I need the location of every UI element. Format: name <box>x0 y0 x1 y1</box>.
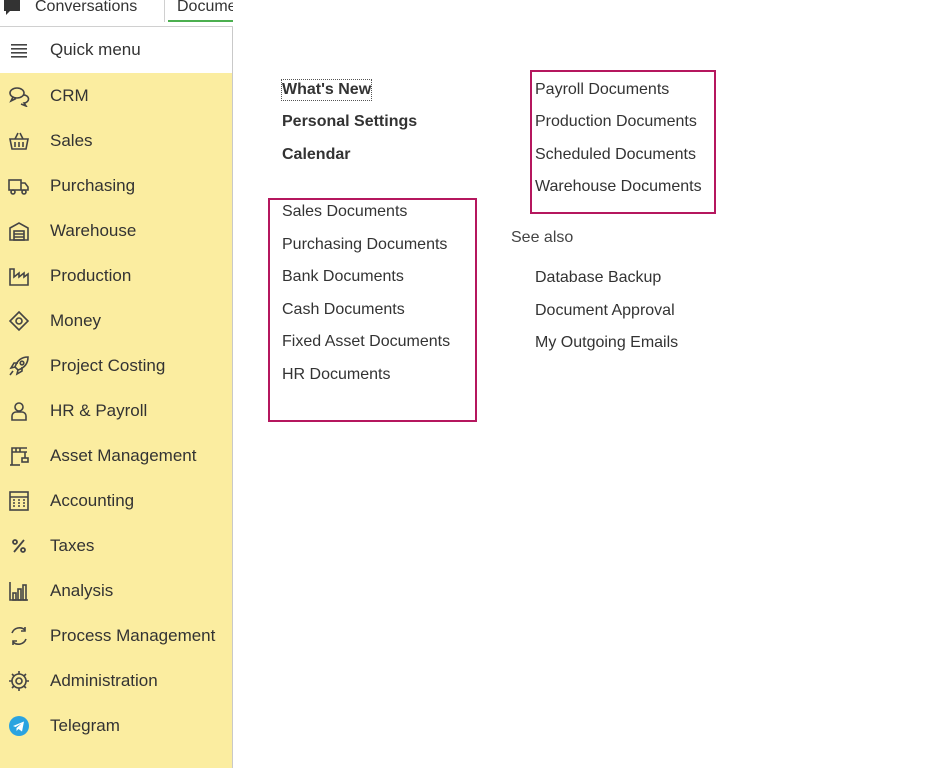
tab-conversations-label: Conversations <box>35 0 138 15</box>
sidebar-item-hr-payroll[interactable]: HR & Payroll <box>0 388 232 433</box>
link-personal-settings[interactable]: Personal Settings <box>282 112 417 132</box>
sidebar-item-taxes[interactable]: Taxes <box>0 523 232 568</box>
sidebar-item-asset-management[interactable]: Asset Management <box>0 433 232 478</box>
rocket-icon <box>8 355 30 377</box>
chat-bubbles-icon <box>8 85 30 107</box>
sidebar-item-label: Quick menu <box>50 40 141 59</box>
link-production-documents[interactable]: Production Documents <box>535 112 697 132</box>
gear-icon <box>8 670 30 692</box>
sidebar-item-label: Purchasing <box>50 176 136 195</box>
see-also-heading: See also <box>511 229 574 246</box>
link-warehouse-documents[interactable]: Warehouse Documents <box>535 177 702 197</box>
sidebar-item-process-management[interactable]: Process Management <box>0 613 232 658</box>
telegram-icon <box>8 715 30 737</box>
hamburger-icon <box>8 39 30 61</box>
chat-icon <box>2 0 22 17</box>
content-panel: What's New Personal Settings Calendar Sa… <box>234 0 941 768</box>
sidebar-item-label: Telegram <box>50 716 120 735</box>
warehouse-icon <box>8 220 30 242</box>
sidebar-item-label: Accounting <box>50 491 135 510</box>
sidebar-item-label: Sales <box>50 131 93 150</box>
sidebar-item-telegram[interactable]: Telegram <box>0 703 232 748</box>
money-tag-icon <box>8 310 30 332</box>
link-cash-documents[interactable]: Cash Documents <box>282 300 405 320</box>
percent-icon <box>8 535 30 557</box>
link-my-outgoing-emails[interactable]: My Outgoing Emails <box>535 333 678 353</box>
sidebar-item-label: HR & Payroll <box>50 401 148 420</box>
sidebar: Conversations Docume Quick menu CRM Sale… <box>0 0 233 768</box>
link-sales-documents[interactable]: Sales Documents <box>282 202 407 222</box>
link-purchasing-documents[interactable]: Purchasing Documents <box>282 235 447 255</box>
sidebar-item-label: Money <box>50 311 102 330</box>
sidebar-item-accounting[interactable]: Accounting <box>0 478 232 523</box>
app-window: Conversations Docume Quick menu CRM Sale… <box>0 0 941 768</box>
person-icon <box>8 400 30 422</box>
sidebar-item-label: Analysis <box>50 581 114 600</box>
link-payroll-documents[interactable]: Payroll Documents <box>535 80 669 100</box>
link-bank-documents[interactable]: Bank Documents <box>282 267 404 287</box>
link-calendar[interactable]: Calendar <box>282 145 350 165</box>
bar-chart-icon <box>8 580 30 602</box>
link-document-approval[interactable]: Document Approval <box>535 301 675 321</box>
sidebar-item-label: Taxes <box>50 536 95 555</box>
tab-documents[interactable]: Docume <box>168 0 233 22</box>
sidebar-item-analysis[interactable]: Analysis <box>0 568 232 613</box>
sidebar-item-production[interactable]: Production <box>0 253 232 298</box>
factory-icon <box>8 265 30 287</box>
basket-icon <box>8 130 30 152</box>
link-hr-documents[interactable]: HR Documents <box>282 365 390 385</box>
sidebar-item-crm[interactable]: CRM <box>0 73 232 118</box>
sidebar-item-label: Asset Management <box>50 446 197 465</box>
link-fixed-asset-documents[interactable]: Fixed Asset Documents <box>282 332 450 352</box>
calculator-icon <box>8 490 30 512</box>
sidebar-item-label: CRM <box>50 86 89 105</box>
sidebar-item-warehouse[interactable]: Warehouse <box>0 208 232 253</box>
cycle-arrows-icon <box>8 625 30 647</box>
truck-icon <box>8 175 30 197</box>
crane-icon <box>8 445 30 467</box>
sidebar-item-label: Process Management <box>50 626 216 645</box>
tab-bar: Conversations Docume <box>0 0 233 27</box>
link-scheduled-documents[interactable]: Scheduled Documents <box>535 145 696 165</box>
sidebar-item-quick-menu[interactable]: Quick menu <box>0 27 232 73</box>
sidebar-item-label: Production <box>50 266 132 285</box>
sidebar-item-project-costing[interactable]: Project Costing <box>0 343 232 388</box>
sidebar-item-money[interactable]: Money <box>0 298 232 343</box>
tab-documents-label: Docume <box>177 0 233 15</box>
sidebar-item-label: Project Costing <box>50 356 166 375</box>
sidebar-item-administration[interactable]: Administration <box>0 658 232 703</box>
sidebar-item-label: Warehouse <box>50 221 137 240</box>
sidebar-item-sales[interactable]: Sales <box>0 118 232 163</box>
tab-conversations[interactable]: Conversations <box>0 0 165 22</box>
sidebar-item-label: Administration <box>50 671 158 690</box>
link-whats-new[interactable]: What's New <box>280 79 373 101</box>
link-database-backup[interactable]: Database Backup <box>535 268 661 288</box>
sidebar-menu: Quick menu CRM Sales Purchasing Warehous… <box>0 27 232 748</box>
sidebar-item-purchasing[interactable]: Purchasing <box>0 163 232 208</box>
